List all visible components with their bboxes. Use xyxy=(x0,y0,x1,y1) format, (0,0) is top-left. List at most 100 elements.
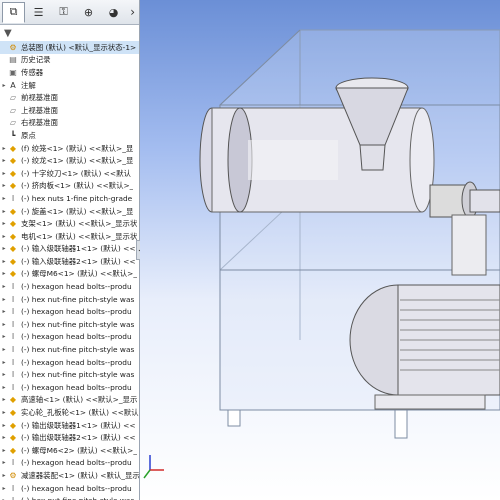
expand-arrow-icon[interactable]: ▸ xyxy=(0,245,8,252)
expand-arrow-icon[interactable]: ▸ xyxy=(0,233,8,240)
expand-arrow-icon[interactable]: ▸ xyxy=(0,371,8,378)
expand-arrow-icon[interactable]: ▸ xyxy=(0,409,8,416)
tree-item[interactable]: ▱ 上视基准面 xyxy=(0,104,139,117)
tree-item[interactable]: ▸ Ⅰ (-) hexagon head bolts--produ xyxy=(0,331,139,344)
expand-arrow-icon[interactable]: ▸ xyxy=(0,434,8,441)
tree-item[interactable]: ▸ ◆ (-) 绞龙<1> (默认) <<默认>_显 xyxy=(0,154,139,167)
part-icon: ◆ xyxy=(9,168,17,178)
tree-item[interactable]: ▸ ◆ (-) 旋盖<1> (默认) <<默认>_显 xyxy=(0,205,139,218)
fastener-icon: Ⅰ xyxy=(11,307,15,317)
expand-arrow-icon[interactable]: ▸ xyxy=(0,145,8,152)
tree-item[interactable]: ▸ Ⅰ (-) hexagon head bolts--produ xyxy=(0,305,139,318)
model-render xyxy=(143,29,500,479)
tree-item[interactable]: ▸Ⅰ(-) hex nut-fine pitch-style was xyxy=(0,318,139,331)
expand-arrow-icon[interactable]: ▸ xyxy=(0,170,8,177)
tree-item-label: (-) hex nut-fine pitch-style was xyxy=(21,370,135,380)
tab-property-manager[interactable]: ☰ xyxy=(27,2,50,23)
tree-item[interactable]: ▸Ⅰ(-) hex nut-fine pitch-style was xyxy=(0,494,139,500)
tree-item-label: (-) 输入级联轴器2<1> (默认) << xyxy=(21,256,136,266)
tree-item-label: 传感器 xyxy=(21,67,44,77)
part-icon: ◆ xyxy=(9,445,17,455)
tree-item[interactable]: ▸ ◆ 支架<1> (默认) <<默认>_显示状 xyxy=(0,217,139,230)
tree-item[interactable]: ▣ 传感器 xyxy=(0,66,139,79)
fastener-icon: Ⅰ xyxy=(8,496,18,500)
expand-arrow-icon[interactable]: ▸ xyxy=(0,422,8,429)
tree-item[interactable]: ▸ ◆ (-) 输入级联轴器1<1> (默认) << xyxy=(0,243,139,256)
tree-item[interactable]: ▸ ⚙ 减速器装配<1> (默认) <默认_显示 xyxy=(0,469,139,482)
expand-arrow-icon[interactable]: ▸ xyxy=(0,208,8,215)
expand-arrow-icon[interactable]: ▸ xyxy=(0,396,8,403)
tree-item[interactable]: ▱ 前视基准面 xyxy=(0,91,139,104)
expand-arrow-icon[interactable]: ▸ xyxy=(0,459,8,466)
tree-item-label: (-) 十字绞刀<1> (默认) <<默认 xyxy=(21,168,131,178)
3d-viewport[interactable] xyxy=(140,0,500,500)
tab-dimxpert[interactable]: ⊕ xyxy=(77,2,100,23)
expand-arrow-icon[interactable]: ▸ xyxy=(0,384,8,391)
tree-item[interactable]: ▸ ◆ (-) 输出级联轴器1<1> (默认) << xyxy=(0,419,139,432)
tree-item[interactable]: ▸ ◆ (-) 输入级联轴器2<1> (默认) << xyxy=(0,255,139,268)
expand-arrow-icon[interactable]: ▸ xyxy=(0,157,8,164)
tree-item-label: 前视基准面 xyxy=(21,93,58,103)
tree-item-label: (-) 输出级联轴器2<1> (默认) << xyxy=(21,433,136,443)
tree-item[interactable]: ┗ 原点 xyxy=(0,129,139,142)
expand-arrow-icon[interactable]: ▸ xyxy=(0,308,8,315)
tab-configuration-manager[interactable]: ⚿ xyxy=(52,2,75,23)
tree-item[interactable]: ▸ ◆ (-) 螺母M6<2> (默认) <<默认>_ xyxy=(0,444,139,457)
tree-item[interactable]: ▸ Ⅰ (-) hexagon head bolts--produ xyxy=(0,381,139,394)
tree-item-label: 原点 xyxy=(21,130,36,140)
tree-root-item[interactable]: ⚙ 总装图 (默认) <默认_显示状态-1> xyxy=(0,41,139,54)
tree-item[interactable]: ▸ Ⅰ (-) hexagon head bolts--produ xyxy=(0,280,139,293)
tree-item-label: (-) hex nuts 1-fine pitch-grade xyxy=(21,193,133,203)
tree-item[interactable]: ▸ ◆ (-) 螺母M6<1> (默认) <<默认>_ xyxy=(0,268,139,281)
tree-item-label: (-) 螺母M6<2> (默认) <<默认>_ xyxy=(21,445,138,455)
expand-arrow-icon[interactable]: ▸ xyxy=(0,195,8,202)
expand-arrow-icon[interactable]: ▸ xyxy=(0,220,8,227)
tree-item-label: (-) 输入级联轴器1<1> (默认) << xyxy=(21,244,136,254)
tab-overflow-button[interactable]: › xyxy=(130,5,135,19)
expand-arrow-icon[interactable]: ▸ xyxy=(0,270,8,277)
tree-item[interactable]: ▸ ◆ 实心轮_孔板轮<1> (默认) <<默认 xyxy=(0,406,139,419)
tree-item[interactable]: ▸ A 注解 xyxy=(0,79,139,92)
tree-item[interactable]: ▸ Ⅰ (-) hex nuts 1-fine pitch-grade xyxy=(0,192,139,205)
fastener-icon: Ⅰ xyxy=(11,332,15,342)
expand-arrow-icon[interactable]: ▸ xyxy=(0,346,8,353)
expand-arrow-icon[interactable]: ▸ xyxy=(0,321,8,328)
tree-item-label: (-) hex nut-fine pitch-style was xyxy=(21,319,135,329)
tree-item-label: 高速轴<1> (默认) <<默认>_显示 xyxy=(21,395,138,405)
tab-display-manager[interactable]: ◕ xyxy=(102,2,125,23)
tree-item[interactable]: ▸Ⅰ(-) hex nut-fine pitch-style was xyxy=(0,343,139,356)
tree-item[interactable]: ▸ ◆ 电机<1> (默认) <<默认>_显示状 xyxy=(0,230,139,243)
tree-item-label: (-) hex nut-fine pitch-style was xyxy=(21,294,135,304)
part-icon: ◆ xyxy=(9,408,17,418)
tree-item[interactable]: ▸ Ⅰ (-) hexagon head bolts--produ xyxy=(0,356,139,369)
expand-arrow-icon[interactable]: ▸ xyxy=(0,359,8,366)
tree-item[interactable]: ▸ ◆ (-) 挤肉板<1> (默认) <<默认>_ xyxy=(0,180,139,193)
expand-arrow-icon[interactable]: ▸ xyxy=(0,82,8,89)
tree-item[interactable]: ▸Ⅰ(-) hex nut-fine pitch-style was xyxy=(0,368,139,381)
tree-item-label: (-) hex nut-fine pitch-style was xyxy=(21,345,135,355)
part-icon: ◆ xyxy=(9,156,17,166)
expand-arrow-icon[interactable]: ▸ xyxy=(0,472,8,479)
expand-arrow-icon[interactable]: ▸ xyxy=(0,333,8,340)
tree-item[interactable]: ▸Ⅰ(-) hex nut-fine pitch-style was xyxy=(0,293,139,306)
tree-item[interactable]: ▸ ◆ (f) 绞笼<1> (默认) <<默认>_显 xyxy=(0,142,139,155)
fastener-icon: Ⅰ xyxy=(11,282,15,292)
tab-feature-manager[interactable]: ⧉ xyxy=(2,1,25,23)
tree-item[interactable]: ▸ ◆ (-) 输出级联轴器2<1> (默认) << xyxy=(0,431,139,444)
expand-arrow-icon[interactable]: ▸ xyxy=(0,283,8,290)
expand-arrow-icon[interactable]: ▸ xyxy=(0,296,8,303)
assembly-icon: ⚙ xyxy=(9,470,17,480)
tree-item[interactable]: ▸ Ⅰ (-) hexagon head bolts--produ xyxy=(0,457,139,470)
tree-item[interactable]: ▱ 右视基准面 xyxy=(0,117,139,130)
tree-item-label: (-) hexagon head bolts--produ xyxy=(21,282,132,292)
tree-item[interactable]: ▸ ◆ (-) 十字绞刀<1> (默认) <<默认 xyxy=(0,167,139,180)
expand-arrow-icon[interactable]: ▸ xyxy=(0,182,8,189)
tree-item[interactable]: ▸ Ⅰ (-) hexagon head bolts--produ xyxy=(0,482,139,495)
tree-item[interactable]: ▸ ◆ 高速轴<1> (默认) <<默认>_显示 xyxy=(0,394,139,407)
expand-arrow-icon[interactable]: ▸ xyxy=(0,447,8,454)
part-icon: ◆ xyxy=(9,420,17,430)
expand-arrow-icon[interactable]: ▸ xyxy=(0,258,8,265)
tree-item[interactable]: ▤ 历史记录 xyxy=(0,54,139,67)
expand-arrow-icon[interactable]: ▸ xyxy=(0,485,8,492)
filter-icon[interactable]: ▼ xyxy=(4,28,12,39)
